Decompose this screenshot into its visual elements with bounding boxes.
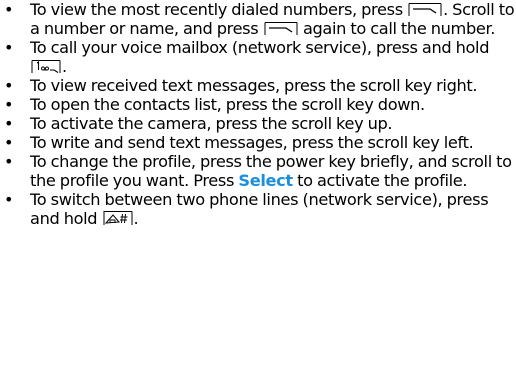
hash-key-icon <box>103 210 133 226</box>
item-text: to activate the profile. <box>297 171 468 190</box>
item-text: To write and send text messages, press t… <box>30 133 474 152</box>
item-text: . <box>62 57 67 76</box>
list-item-text-messages: • To view received text messages, press … <box>0 76 516 95</box>
item-text: . <box>133 209 139 228</box>
bullet: • <box>4 76 14 95</box>
list-item-write-messages: • To write and send text messages, press… <box>0 133 516 152</box>
item-text: To call your voice mailbox (network serv… <box>30 38 490 57</box>
call-key-icon <box>264 21 298 36</box>
list-item-recent-calls: • To view the most recently dialed numbe… <box>0 0 516 38</box>
list-item-camera: • To activate the camera, press the scro… <box>0 114 516 133</box>
item-text: To switch between two phone lines (netwo… <box>30 190 489 228</box>
list-item-voice-mailbox: • To call your voice mailbox (network se… <box>0 38 516 76</box>
item-text: To open the contacts list, press the scr… <box>30 95 425 114</box>
bullet: • <box>4 95 14 114</box>
bullet: • <box>4 190 14 209</box>
bullet: • <box>4 0 14 19</box>
shortcut-list: • To view the most recently dialed numbe… <box>0 0 516 228</box>
bullet: • <box>4 114 14 133</box>
list-item-switch-lines: • To switch between two phone lines (net… <box>0 190 516 228</box>
list-item-contacts: • To open the contacts list, press the s… <box>0 95 516 114</box>
bullet: • <box>4 38 14 57</box>
call-key-icon <box>408 2 442 17</box>
manual-page: • To view the most recently dialed numbe… <box>0 0 516 382</box>
list-item-change-profile: • To change the profile, press the power… <box>0 152 516 190</box>
item-text: again to call the number. <box>302 19 496 38</box>
item-text: To activate the camera, press the scroll… <box>30 114 393 133</box>
bullet: • <box>4 152 14 171</box>
bullet: • <box>4 133 14 152</box>
item-text: To view received text messages, press th… <box>30 76 478 95</box>
select-softkey-label: Select <box>238 171 293 190</box>
key-1-voicemail-icon <box>31 59 61 74</box>
item-text: To view the most recently dialed numbers… <box>30 0 403 19</box>
